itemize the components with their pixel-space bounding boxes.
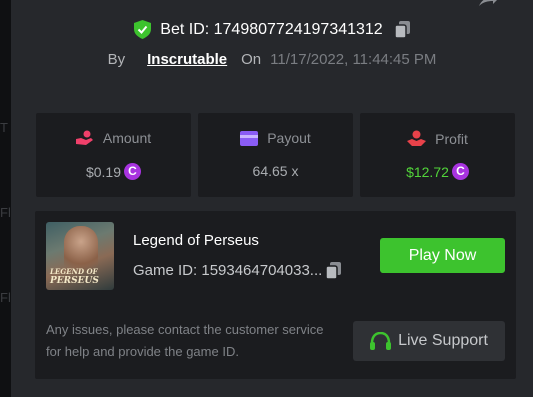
game-name: Legend of Perseus (133, 232, 259, 249)
live-support-label: Live Support (398, 332, 488, 349)
profit-value-row: $12.72 C (360, 163, 515, 180)
game-thumbnail[interactable]: LEGEND OF PERSEUS (46, 222, 114, 290)
payout-header: Payout (198, 130, 353, 146)
payout-wallet-icon (240, 130, 259, 146)
amount-value: $0.19 (85, 163, 122, 180)
background-glyph: T (0, 120, 8, 135)
amount-label: Amount (102, 130, 152, 146)
bet-id-text: Bet ID: 1749807724197341312 (160, 20, 383, 38)
bet-author-row: By Inscrutable On 11/17/2022, 11:44:45 P… (11, 51, 533, 68)
headset-icon (370, 331, 392, 350)
bet-id-row: Bet ID: 1749807724197341312 (11, 20, 533, 39)
thumbnail-logo: LEGEND OF PERSEUS (50, 267, 112, 287)
currency-coin-icon: C (124, 163, 142, 180)
profit-hand-coin-icon (407, 130, 427, 146)
thumbnail-logo-line-1: LEGEND OF (50, 267, 98, 276)
background-glyph: Fl (0, 205, 11, 220)
support-hint-text: Any issues, please contact the customer … (46, 322, 324, 359)
copy-bet-id-icon[interactable] (394, 21, 410, 38)
live-support-button[interactable]: Live Support (353, 321, 505, 361)
thumbnail-logo-line-2: PERSEUS (50, 276, 99, 286)
verified-shield-icon (134, 20, 152, 39)
game-card: LEGEND OF PERSEUS Legend of Perseus Game… (35, 211, 516, 379)
game-id-text: Game ID: 1593464704033... (133, 262, 323, 279)
username-link[interactable]: Inscrutable (147, 51, 227, 68)
profit-header: Profit (360, 130, 515, 147)
payout-label: Payout (267, 130, 311, 146)
by-label: By (107, 51, 126, 68)
play-now-button[interactable]: Play Now (380, 238, 505, 273)
payout-value: 64.65 x (252, 163, 299, 179)
amount-hand-coin-icon (75, 130, 93, 145)
on-label: On (241, 51, 262, 68)
amount-header: Amount (36, 130, 191, 146)
bet-date: 11/17/2022, 11:44:45 PM (270, 51, 437, 68)
game-id-row: Game ID: 1593464704033... (133, 262, 342, 279)
payout-value-row: 64.65 x (198, 163, 353, 179)
amount-value-row: $0.19 C (36, 163, 191, 180)
profit-value: $12.72 (406, 163, 449, 180)
background-glyph: Fl (0, 290, 11, 305)
copy-game-id-icon[interactable] (326, 262, 342, 279)
bet-detail-modal: Bet ID: 1749807724197341312 By Inscrutab… (11, 0, 533, 397)
amount-card: Amount $0.19 C (36, 113, 191, 197)
profit-label: Profit (435, 130, 468, 147)
share-icon[interactable] (477, 0, 499, 8)
currency-coin-icon: C (451, 163, 469, 180)
profit-card: Profit $12.72 C (360, 113, 515, 197)
payout-card: Payout 64.65 x (198, 113, 353, 197)
